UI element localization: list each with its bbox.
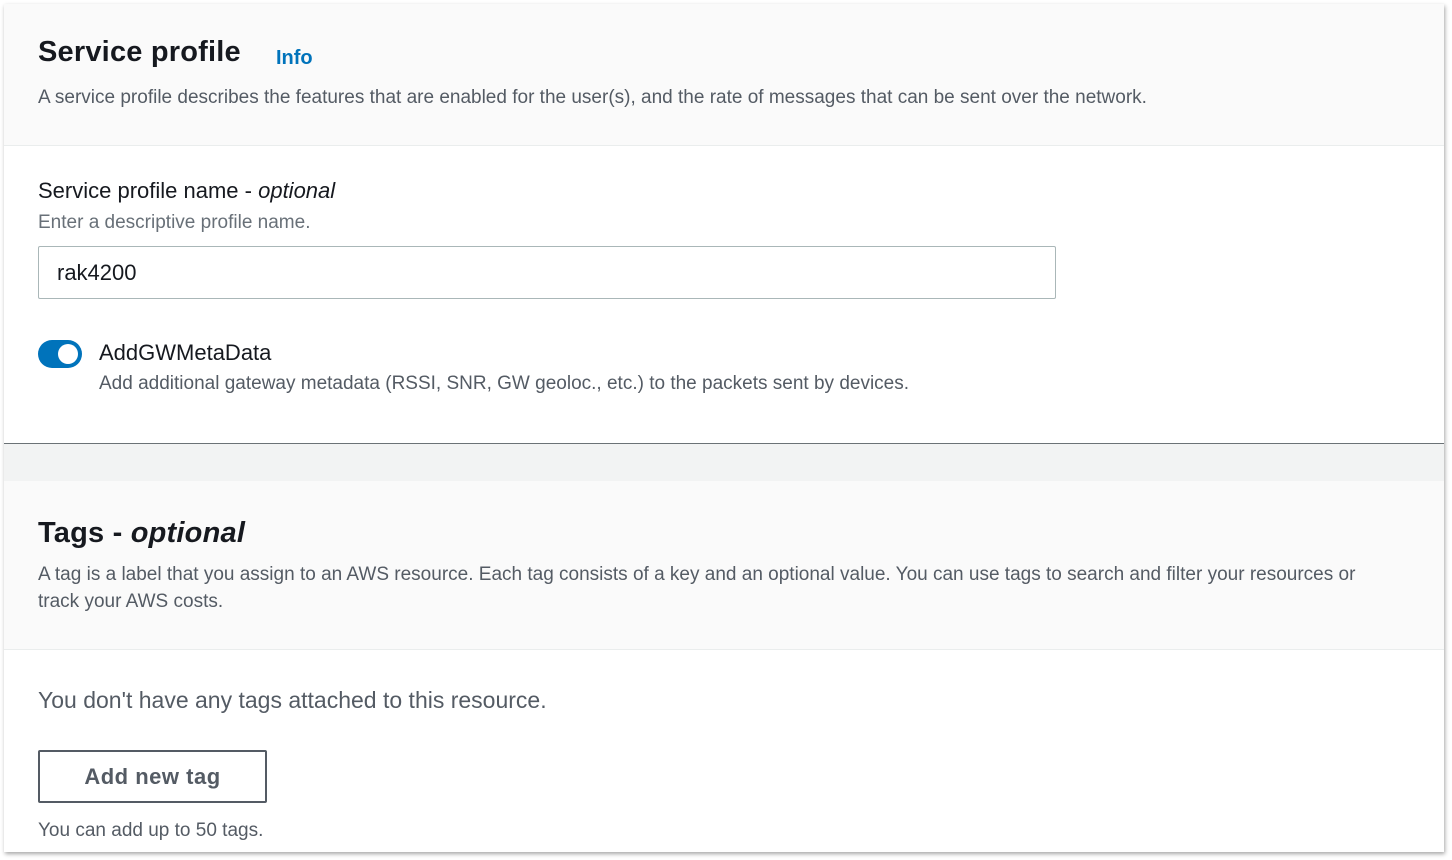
service-profile-header: Service profile Info A service profile d… xyxy=(4,4,1444,146)
profile-name-input[interactable] xyxy=(38,246,1056,299)
profile-name-label: Service profile name - optional xyxy=(38,178,336,203)
service-profile-panel: Service profile Info A service profile d… xyxy=(4,4,1444,444)
service-profile-description: A service profile describes the features… xyxy=(38,87,1147,108)
toggle-knob xyxy=(58,344,78,364)
optional-tag: optional xyxy=(258,178,336,203)
tags-title: Tags - optional xyxy=(38,517,246,549)
tags-header: Tags - optional A tag is a label that yo… xyxy=(4,481,1444,650)
info-link[interactable]: Info xyxy=(276,47,313,70)
service-profile-title: Service profile xyxy=(38,36,241,68)
profile-name-hint: Enter a descriptive profile name. xyxy=(38,212,311,233)
add-new-tag-button[interactable]: Add new tag xyxy=(38,750,267,803)
addgwmetadata-label: AddGWMetaData xyxy=(99,340,272,365)
addgwmetadata-description: Add additional gateway metadata (RSSI, S… xyxy=(99,373,910,394)
no-tags-message: You don't have any tags attached to this… xyxy=(38,687,547,713)
optional-tag: optional xyxy=(130,517,246,549)
addgwmetadata-toggle[interactable] xyxy=(38,340,82,368)
tags-panel: Tags - optional A tag is a label that yo… xyxy=(4,481,1444,852)
page-frame: Service profile Info A service profile d… xyxy=(4,4,1444,852)
tags-description: A tag is a label that you assign to an A… xyxy=(38,564,1356,612)
tag-limit-text: You can add up to 50 tags. xyxy=(38,820,264,841)
